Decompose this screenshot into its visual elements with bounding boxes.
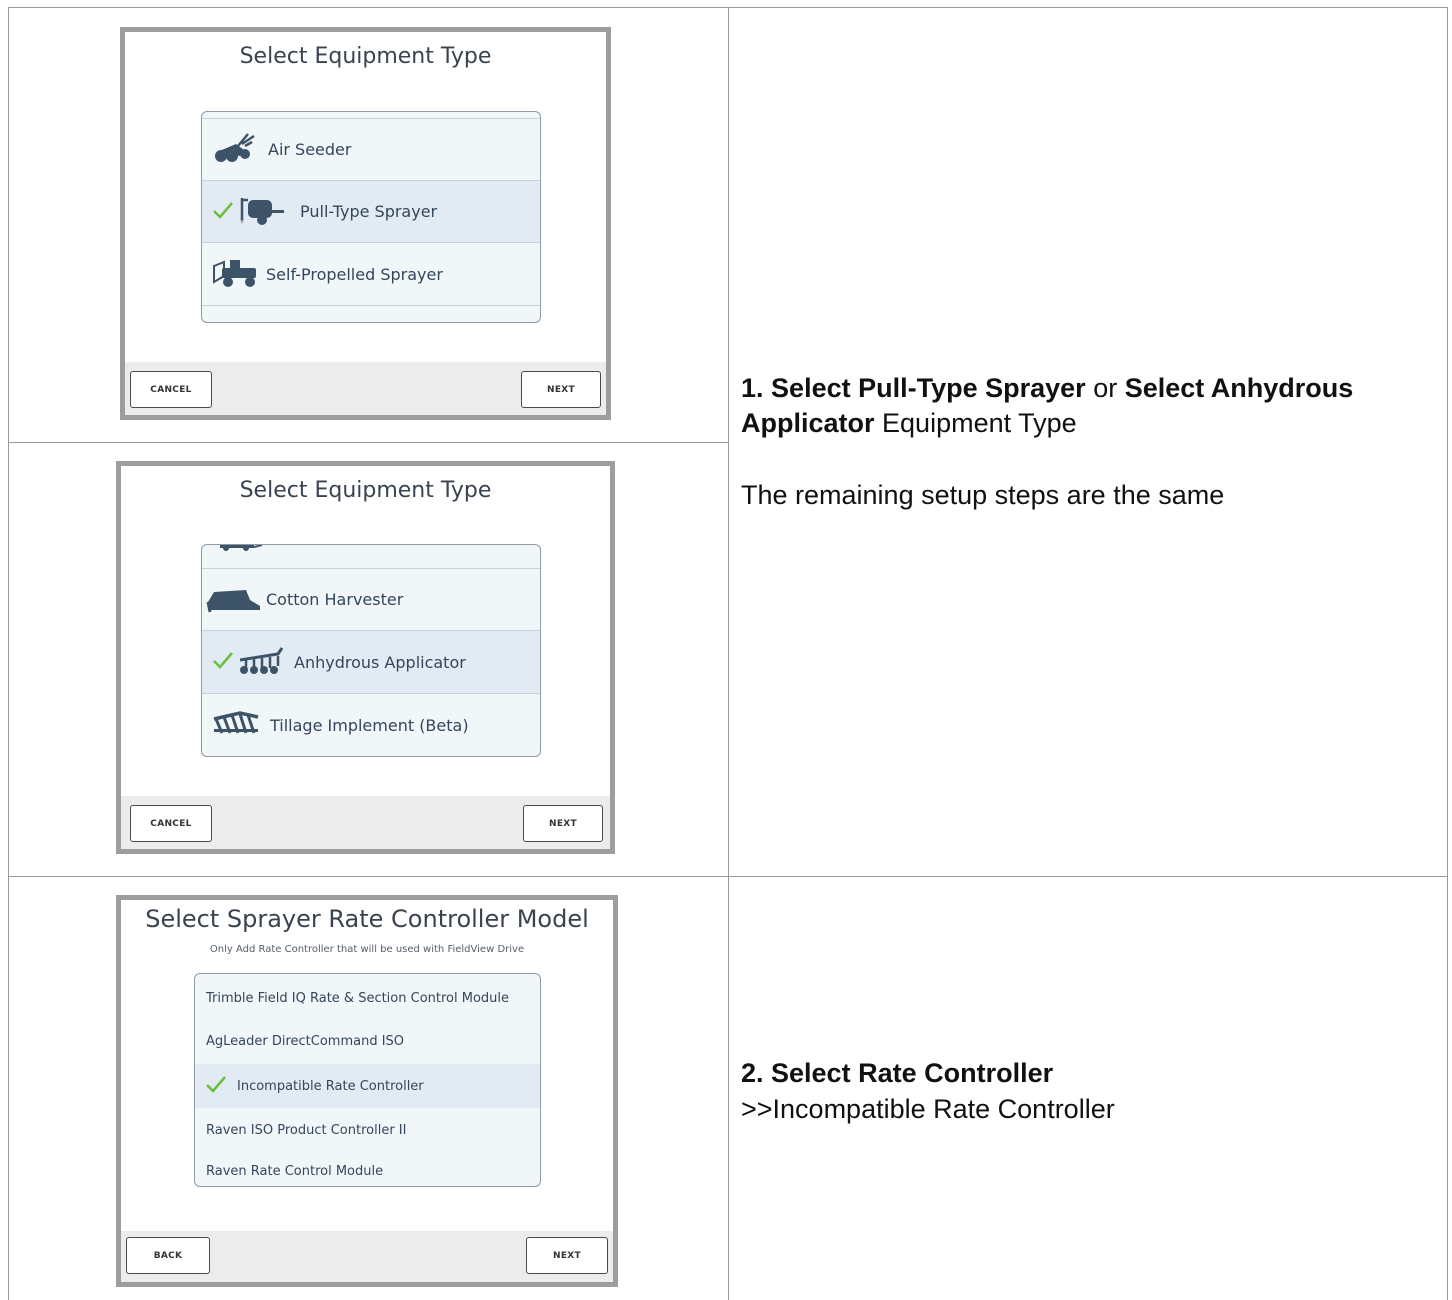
list-item-pull-type-sprayer[interactable]: Pull-Type Sprayer bbox=[202, 181, 540, 242]
list-item-self-propelled-sprayer[interactable]: Self-Propelled Sprayer bbox=[202, 243, 540, 305]
screen-title: Select Sprayer Rate Controller Model bbox=[145, 905, 589, 933]
list-item-cotton-harvester[interactable]: Cotton Harvester bbox=[202, 569, 540, 630]
list-item-agleader-directcommand[interactable]: AgLeader DirectCommand ISO bbox=[195, 1021, 540, 1062]
checkmark-icon bbox=[212, 651, 234, 673]
step-2-detail: >>Incompatible Rate Controller bbox=[741, 1094, 1115, 1124]
list-item-label: Raven ISO Product Controller II bbox=[206, 1122, 407, 1138]
list-item-label: Trimble Field IQ Rate & Section Control … bbox=[206, 991, 510, 1006]
list-divider bbox=[202, 305, 540, 306]
checkmark-icon bbox=[212, 201, 234, 223]
list-item-tillage-implement[interactable]: Tillage Implement (Beta) bbox=[202, 694, 540, 756]
step-1-instruction: 1. Select Pull-Type Sprayer or Select An… bbox=[741, 371, 1431, 441]
truncated-equipment-icon bbox=[220, 545, 263, 551]
table-row-divider-left bbox=[8, 442, 728, 443]
list-item-incompatible-rate-controller[interactable]: Incompatible Rate Controller bbox=[195, 1064, 540, 1108]
next-button[interactable]: NEXT bbox=[523, 805, 603, 842]
list-item-air-seeder[interactable]: Air Seeder bbox=[202, 119, 540, 180]
table-row-divider bbox=[8, 876, 1448, 877]
cancel-button[interactable]: CANCEL bbox=[130, 371, 212, 408]
step-number: 1. bbox=[741, 373, 764, 403]
table-border-left bbox=[8, 7, 9, 1300]
list-item-label: AgLeader DirectCommand ISO bbox=[206, 1034, 405, 1049]
list-item-label: Incompatible Rate Controller bbox=[237, 1078, 424, 1094]
list-item-label: Self-Propelled Sprayer bbox=[266, 264, 443, 284]
checkmark-icon bbox=[205, 1075, 227, 1097]
list-item-label: Raven Rate Control Module bbox=[206, 1163, 384, 1179]
list-item-label: Air Seeder bbox=[268, 140, 352, 159]
rate-controller-list[interactable]: Trimble Field IQ Rate & Section Control … bbox=[194, 973, 541, 1187]
equipment-list[interactable]: Cotton Harvester Anhydrous Applicator Ti… bbox=[201, 544, 541, 757]
screen-subtitle: Only Add Rate Controller that will be us… bbox=[209, 944, 525, 955]
step-1-note: The remaining setup steps are the same bbox=[741, 480, 1225, 510]
cotton-harvester-icon bbox=[206, 582, 262, 618]
list-item-label: Tillage Implement (Beta) bbox=[270, 715, 469, 735]
list-item-partial bbox=[202, 545, 540, 567]
screen-footer: CANCEL NEXT bbox=[121, 796, 610, 849]
list-item-label: Pull-Type Sprayer bbox=[300, 202, 438, 221]
equipment-type-screen-2: Select Equipment Type Cotton Harvester A… bbox=[116, 461, 615, 854]
table-border-right bbox=[1447, 7, 1448, 1300]
screen-footer: CANCEL NEXT bbox=[125, 362, 606, 415]
list-item-label: Cotton Harvester bbox=[266, 590, 404, 609]
screen-title: Select Equipment Type bbox=[239, 44, 492, 69]
step-connector: or bbox=[1093, 373, 1118, 403]
step-2-title: 2. Select Rate Controller bbox=[741, 1058, 1054, 1088]
tillage-implement-icon bbox=[210, 707, 262, 743]
screen-title: Select Equipment Type bbox=[239, 478, 492, 503]
step-option-pull-type-sprayer: Select Pull-Type Sprayer bbox=[771, 373, 1086, 403]
self-propelled-sprayer-icon bbox=[210, 256, 260, 292]
screen-footer: BACK NEXT bbox=[121, 1231, 613, 1282]
equipment-list[interactable]: Air Seeder Pull-Type Sprayer Self-Propel… bbox=[201, 111, 541, 323]
pull-type-sprayer-icon bbox=[238, 194, 288, 230]
equipment-type-screen-1: Select Equipment Type Air Seeder Pull-Ty… bbox=[120, 27, 611, 420]
back-button[interactable]: BACK bbox=[126, 1237, 210, 1274]
next-button[interactable]: NEXT bbox=[521, 371, 601, 408]
list-item-anhydrous-applicator[interactable]: Anhydrous Applicator bbox=[202, 631, 540, 693]
step-suffix: Equipment Type bbox=[882, 408, 1077, 438]
table-column-divider bbox=[728, 7, 729, 1300]
next-button[interactable]: NEXT bbox=[526, 1237, 608, 1274]
rate-controller-screen: Select Sprayer Rate Controller Model Onl… bbox=[116, 895, 618, 1287]
list-item-label: Anhydrous Applicator bbox=[294, 652, 466, 672]
anhydrous-applicator-icon bbox=[238, 644, 288, 680]
list-item-raven-iso-product-controller[interactable]: Raven ISO Product Controller II bbox=[195, 1110, 540, 1150]
list-item-raven-rate-control-module[interactable]: Raven Rate Control Module bbox=[195, 1156, 540, 1186]
air-seeder-icon bbox=[212, 132, 262, 168]
cancel-button[interactable]: CANCEL bbox=[130, 805, 212, 842]
step-2-heading: 2. Select Rate Controller bbox=[741, 1056, 1431, 1091]
list-item-trimble-field-iq[interactable]: Trimble Field IQ Rate & Section Control … bbox=[195, 978, 540, 1019]
